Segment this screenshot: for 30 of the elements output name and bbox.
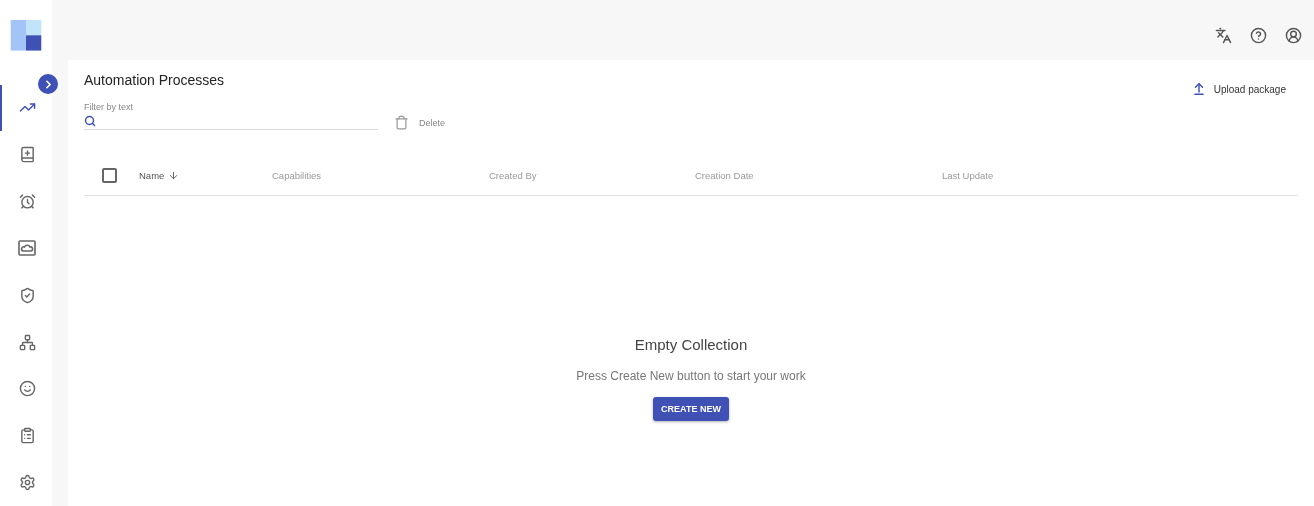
filter-field[interactable]: Filter by text bbox=[84, 102, 378, 130]
search-icon bbox=[84, 115, 96, 127]
empty-title: Empty Collection bbox=[634, 336, 748, 353]
logo-icon bbox=[10, 20, 42, 51]
expand-button[interactable] bbox=[38, 74, 58, 94]
sort-arrow-icon bbox=[168, 169, 180, 181]
smile-icon bbox=[18, 380, 36, 398]
alarm-icon bbox=[18, 193, 36, 211]
page-title: Automation Processes bbox=[84, 72, 225, 88]
column-header[interactable]: Name bbox=[139, 169, 272, 181]
clipboard-icon bbox=[18, 427, 36, 445]
column-header[interactable]: Capabilities bbox=[272, 169, 489, 181]
cloud-frame-icon bbox=[18, 240, 36, 257]
account-icon[interactable] bbox=[1285, 26, 1302, 44]
settings-icon bbox=[18, 474, 36, 492]
help-icon[interactable] bbox=[1250, 26, 1267, 44]
upload-icon bbox=[1191, 82, 1206, 96]
translate-icon[interactable] bbox=[1215, 26, 1232, 44]
network-icon bbox=[18, 333, 36, 351]
trash-icon bbox=[394, 115, 409, 130]
library-add-icon bbox=[18, 146, 36, 164]
delete-button[interactable]: Delete bbox=[394, 115, 445, 130]
column-header[interactable]: Creation Date bbox=[695, 169, 942, 181]
shield-check-icon bbox=[18, 286, 36, 304]
column-header[interactable]: Last Update bbox=[942, 169, 1062, 181]
select-all-checkbox[interactable] bbox=[102, 167, 117, 183]
upload-package-button[interactable]: Upload package bbox=[1191, 82, 1286, 96]
create-new-button[interactable]: CREATE NEW bbox=[653, 397, 729, 421]
empty-message: Press Create New button to start your work bbox=[576, 369, 806, 383]
column-header[interactable]: Created By bbox=[489, 169, 695, 181]
